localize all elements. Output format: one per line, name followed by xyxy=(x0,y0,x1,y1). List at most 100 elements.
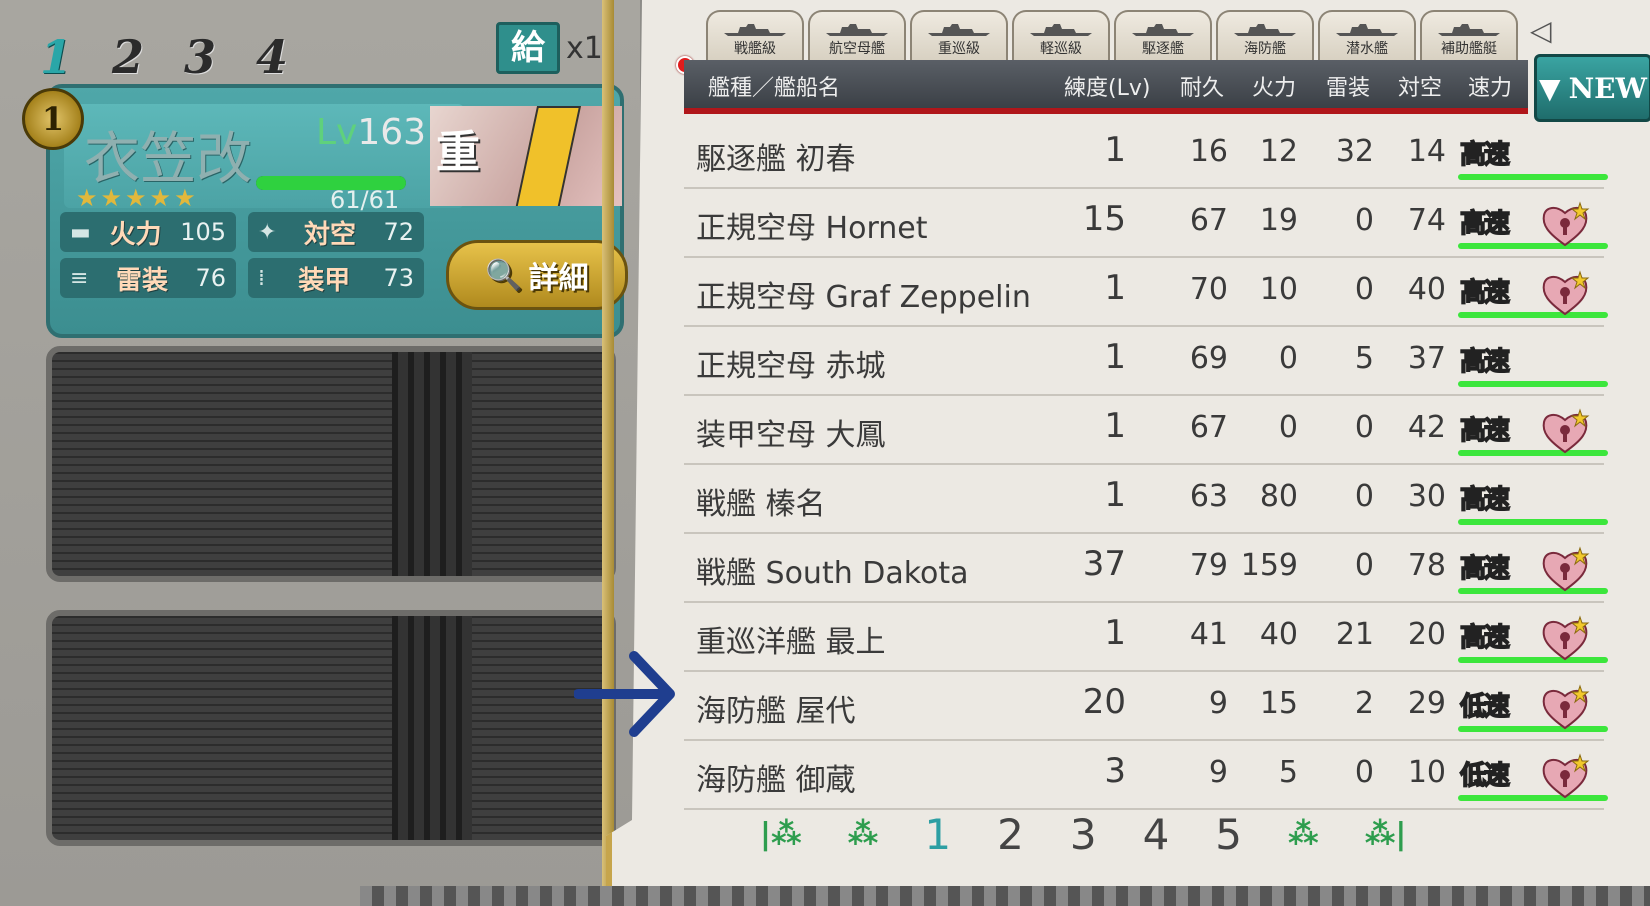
ship-row-level: 1 xyxy=(1104,475,1126,515)
ship-silhouette-icon xyxy=(1132,24,1194,36)
header-torpedo[interactable]: 雷装 xyxy=(1326,70,1370,102)
ship-row-speed: 高速 xyxy=(1459,277,1511,309)
header-speed[interactable]: 速力 xyxy=(1468,70,1512,102)
ship-row-anti-air: 30 xyxy=(1407,479,1446,514)
ship-row-firepower: 0 xyxy=(1278,341,1298,376)
ship-row[interactable]: 戦艦 South Dakota 37 79 159 0 78 高速 xyxy=(684,534,1608,603)
ship-row-level: 1 xyxy=(1104,337,1126,377)
empty-ship-slot[interactable] xyxy=(46,346,616,582)
ship-name: 衣笠改 xyxy=(84,127,252,192)
ship-row-anti-air: 37 xyxy=(1407,341,1446,376)
ship-row[interactable]: 海防艦 御蔵 3 9 5 0 10 低速 xyxy=(684,741,1608,810)
fleet-tab-2[interactable]: 2 xyxy=(112,30,162,84)
ship-card[interactable]: 衣笠改 Lv163 ★★★★★ 61/61 重 ▬ 火力 105 ✦ 対空 72… xyxy=(46,84,628,338)
sort-new-button[interactable]: ▼ NEW xyxy=(1534,54,1650,122)
prev-page-icon[interactable]: ⁂ xyxy=(848,817,879,852)
ship-row[interactable]: 正規空母 赤城 1 69 0 5 37 高速 xyxy=(684,327,1608,396)
ship-row[interactable]: 戦艦 榛名 1 63 80 0 30 高速 xyxy=(684,465,1608,534)
type-tab-2[interactable]: 重巡級 xyxy=(910,10,1008,60)
fleet-tabs: 1 2 3 4 xyxy=(40,30,306,84)
header-firepower[interactable]: 火力 xyxy=(1252,70,1296,102)
ship-row-name: 海防艦 御蔵 xyxy=(696,763,856,798)
ship-list: 駆逐艦 初春 1 16 12 32 14 高速 正規空母 Hornet 15 67 19 0 74 高速正… xyxy=(684,120,1608,810)
heart-lock-icon[interactable] xyxy=(1540,615,1590,663)
type-tab-label: 潜水艦 xyxy=(1346,41,1388,57)
heart-lock-icon[interactable] xyxy=(1540,546,1590,594)
ship-row-hp: 79 xyxy=(1189,548,1228,583)
ship-row-speed: 高速 xyxy=(1459,139,1511,171)
type-tab-4[interactable]: 駆逐艦 xyxy=(1114,10,1212,60)
type-tab-7[interactable]: 補助艦艇 xyxy=(1420,10,1518,60)
page-number[interactable]: 1 xyxy=(924,810,951,859)
ship-row-name: 重巡洋艦 最上 xyxy=(696,625,886,660)
first-page-icon[interactable]: |⁂ xyxy=(760,817,802,852)
ship-row-level: 37 xyxy=(1082,544,1126,584)
ship-row-hp: 41 xyxy=(1189,617,1228,652)
type-tab-0[interactable]: 戦艦級 xyxy=(706,10,804,60)
ship-row-speed: 高速 xyxy=(1459,415,1511,447)
ship-silhouette-icon xyxy=(724,24,786,36)
header-level[interactable]: 練度(Lv) xyxy=(1064,70,1150,102)
ship-silhouette-icon xyxy=(1234,24,1296,36)
type-tab-1[interactable]: 航空母艦 xyxy=(808,10,906,60)
ship-row-torpedo: 5 xyxy=(1354,341,1374,376)
pointer-arrow-icon xyxy=(574,651,675,737)
header-anti-air[interactable]: 対空 xyxy=(1398,70,1442,102)
next-page-icon[interactable]: ⁂ xyxy=(1288,817,1319,852)
heart-lock-icon[interactable] xyxy=(1540,201,1590,249)
ship-row-level: 20 xyxy=(1082,682,1126,722)
ship-row[interactable]: 海防艦 屋代 20 9 15 2 29 低速 xyxy=(684,672,1608,741)
magnifier-icon: 🔍 xyxy=(485,257,523,293)
fleet-tab-3[interactable]: 3 xyxy=(184,30,234,84)
heart-lock-icon[interactable] xyxy=(1540,753,1590,801)
last-page-icon[interactable]: ⁂| xyxy=(1365,817,1407,852)
header-name[interactable]: 艦種／艦船名 xyxy=(708,70,840,102)
page-number[interactable]: 5 xyxy=(1215,810,1242,859)
bottom-rail xyxy=(360,886,1650,906)
panel-border xyxy=(602,0,614,890)
ship-row-anti-air: 40 xyxy=(1407,272,1446,307)
heart-lock-icon[interactable] xyxy=(1540,684,1590,732)
ship-row-torpedo: 0 xyxy=(1354,410,1374,445)
ship-level: Lv163 xyxy=(316,112,427,153)
ship-silhouette-icon xyxy=(826,24,888,36)
ship-row[interactable]: 駆逐艦 初春 1 16 12 32 14 高速 xyxy=(684,120,1608,189)
type-tab-label: 海防艦 xyxy=(1244,41,1286,57)
ship-row-anti-air: 78 xyxy=(1407,548,1446,583)
ship-row-name: 正規空母 赤城 xyxy=(696,349,886,384)
heart-lock-icon[interactable] xyxy=(1540,270,1590,318)
type-tab-5[interactable]: 海防艦 xyxy=(1216,10,1314,60)
ship-row[interactable]: 重巡洋艦 最上 1 41 40 21 20 高速 xyxy=(684,603,1608,672)
ship-row-firepower: 12 xyxy=(1259,134,1298,169)
supply-indicator: 給 x1 xyxy=(496,22,603,74)
collapse-arrow-icon[interactable]: ◁ xyxy=(1530,14,1552,47)
ship-row[interactable]: 装甲空母 大鳳 1 67 0 0 42 高速 xyxy=(684,396,1608,465)
ship-row-torpedo: 21 xyxy=(1335,617,1374,652)
heart-lock-icon[interactable] xyxy=(1540,408,1590,456)
detail-button[interactable]: 🔍 詳細 xyxy=(446,240,628,310)
ship-row-firepower: 5 xyxy=(1278,755,1298,790)
page-number[interactable]: 2 xyxy=(997,810,1024,859)
type-tab-3[interactable]: 軽巡級 xyxy=(1012,10,1110,60)
ship-row-level: 1 xyxy=(1104,406,1126,446)
empty-ship-slot[interactable] xyxy=(46,610,616,846)
ship-row-hp: 9 xyxy=(1208,686,1228,721)
ship-row-torpedo: 0 xyxy=(1354,755,1374,790)
ship-row[interactable]: 正規空母 Hornet 15 67 19 0 74 高速 xyxy=(684,189,1608,258)
fleet-tab-1[interactable]: 1 xyxy=(40,30,90,84)
ship-row-hp: 9 xyxy=(1208,755,1228,790)
stat-firepower: ▬ 火力 105 xyxy=(60,212,236,252)
ship-row-hp: 67 xyxy=(1189,203,1228,238)
stat-row-1: ▬ 火力 105 ✦ 対空 72 xyxy=(60,212,424,252)
page-number[interactable]: 4 xyxy=(1143,810,1170,859)
supply-button[interactable]: 給 xyxy=(496,22,560,74)
type-tab-6[interactable]: 潜水艦 xyxy=(1318,10,1416,60)
header-hp[interactable]: 耐久 xyxy=(1180,70,1224,102)
page-number[interactable]: 3 xyxy=(1070,810,1097,859)
type-tab-label: 重巡級 xyxy=(938,41,980,57)
ship-row-speed: 高速 xyxy=(1459,484,1511,516)
stat-row-2: ≡ 雷装 76 ⁞ 装甲 73 xyxy=(60,258,424,298)
fleet-tab-4[interactable]: 4 xyxy=(256,30,306,84)
ship-row[interactable]: 正規空母 Graf Zeppelin 1 70 10 0 40 高速 xyxy=(684,258,1608,327)
ship-row-level: 3 xyxy=(1104,751,1126,791)
